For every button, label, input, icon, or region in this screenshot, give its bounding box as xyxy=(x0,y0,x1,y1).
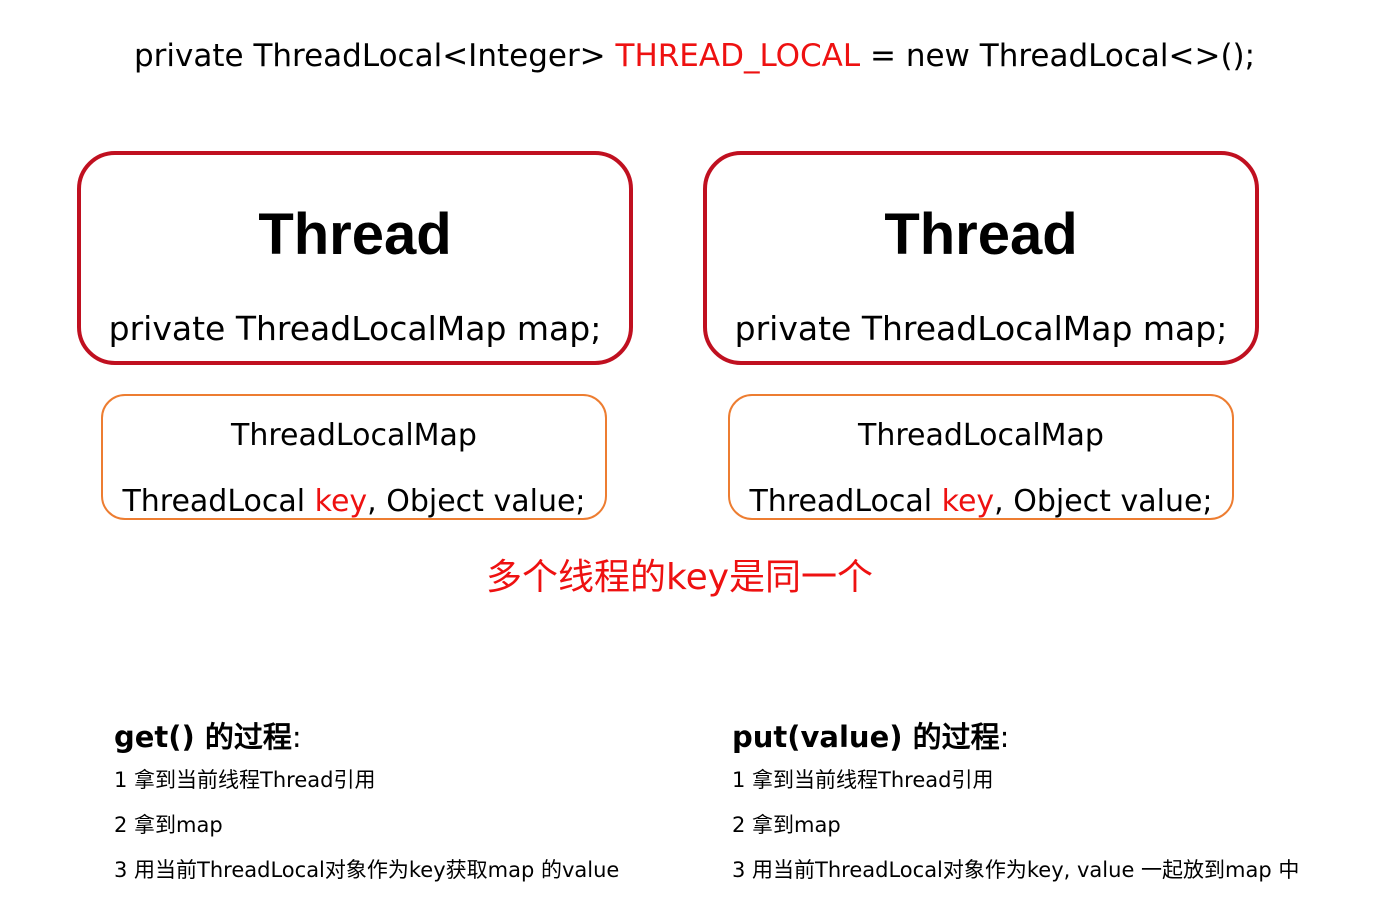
thread-map-field: private ThreadLocalMap map; xyxy=(108,309,602,348)
map-entry: ThreadLocal key, Object value; xyxy=(730,484,1232,519)
thread-map-field: private ThreadLocalMap map; xyxy=(734,309,1228,348)
get-heading-colon: : xyxy=(291,720,302,754)
declaration-prefix: private ThreadLocal<Integer> xyxy=(134,38,616,74)
thread-title: Thread xyxy=(258,202,452,267)
thread-title: Thread xyxy=(884,202,1078,267)
map-entry: ThreadLocal key, Object value; xyxy=(103,484,605,519)
map-entry-type: ThreadLocal xyxy=(122,484,315,519)
threadlocalmap-box-2: ThreadLocalMap ThreadLocal key, Object v… xyxy=(728,394,1234,520)
put-heading-text: put(value) 的过程 xyxy=(732,720,1000,754)
map-title: ThreadLocalMap xyxy=(858,418,1104,453)
declaration-variable-name: THREAD_LOCAL xyxy=(615,38,861,74)
put-step-1: 1 拿到当前线程Thread引用 xyxy=(732,768,994,792)
put-process-section: put(value) 的过程: 1 拿到当前线程Thread引用 2 拿到map… xyxy=(732,714,1299,893)
get-step-3: 3 用当前ThreadLocal对象作为key获取map 的value xyxy=(114,858,620,882)
threadlocalmap-box-1: ThreadLocalMap ThreadLocal key, Object v… xyxy=(101,394,607,520)
put-step-2: 2 拿到map xyxy=(732,813,841,837)
thread-box-1: Thread private ThreadLocalMap map; xyxy=(77,151,633,365)
put-process-heading: put(value) 的过程: xyxy=(732,714,1299,758)
threadlocal-declaration: private ThreadLocal<Integer> THREAD_LOCA… xyxy=(134,38,1255,74)
declaration-suffix: = new ThreadLocal<>(); xyxy=(860,38,1256,74)
get-heading-text: get() 的过程 xyxy=(114,720,292,754)
get-step-2: 2 拿到map xyxy=(114,813,223,837)
thread-box-2: Thread private ThreadLocalMap map; xyxy=(703,151,1259,365)
get-process-heading: get() 的过程: xyxy=(114,714,619,758)
put-step-3: 3 用当前ThreadLocal对象作为key, value 一起放到map 中 xyxy=(732,858,1300,882)
map-entry-value: , Object value; xyxy=(994,484,1213,519)
map-entry-value: , Object value; xyxy=(367,484,586,519)
map-entry-key: key xyxy=(314,484,368,519)
get-process-section: get() 的过程: 1 拿到当前线程Thread引用 2 拿到map 3 用当… xyxy=(114,714,619,893)
get-step-1: 1 拿到当前线程Thread引用 xyxy=(114,768,376,792)
map-entry-type: ThreadLocal xyxy=(749,484,942,519)
shared-key-note: 多个线程的key是同一个 xyxy=(486,557,874,598)
map-title: ThreadLocalMap xyxy=(231,418,477,453)
put-heading-colon: : xyxy=(999,720,1010,754)
map-entry-key: key xyxy=(941,484,995,519)
